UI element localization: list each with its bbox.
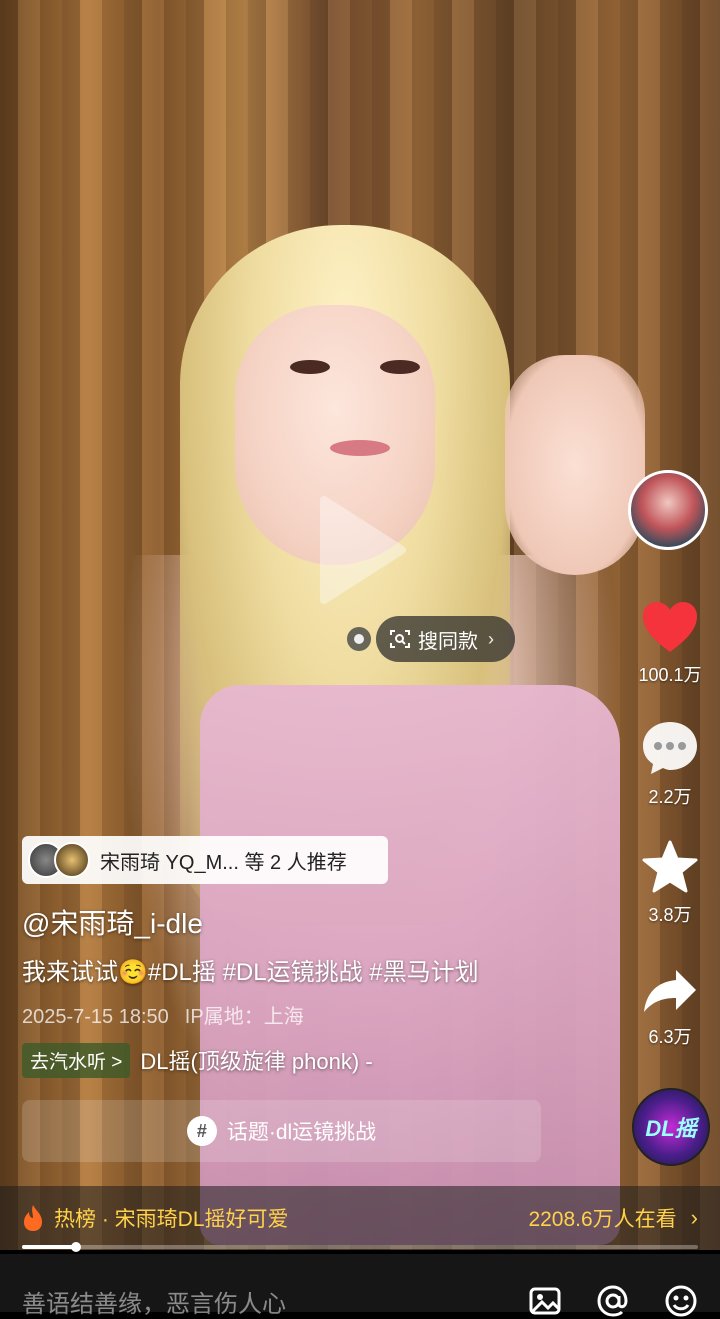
author-name[interactable]: @宋雨琦_i-dle	[22, 902, 203, 942]
hashtag-icon: #	[186, 1116, 217, 1146]
comment-button[interactable]: 2.2万	[630, 720, 710, 809]
chevron-right-icon: ›	[488, 628, 494, 649]
hot-list-bar[interactable]: 热榜 · 宋雨琦DL摇好可爱 2208.6万人在看 ›	[0, 1186, 720, 1250]
recommender-avatar	[54, 842, 90, 878]
comment-input[interactable]: 善语结善缘，恶言伤人心	[22, 1284, 286, 1319]
play-icon[interactable]	[314, 492, 410, 608]
scan-icon	[390, 630, 410, 648]
viewers-count: 2208.6万人在看	[528, 1208, 677, 1231]
progress-bar[interactable]	[22, 1242, 698, 1252]
video-caption[interactable]: 我来试试☺️#DL摇 #DL运镜挑战 #黑马计划	[22, 952, 479, 987]
fire-icon	[24, 1205, 42, 1231]
star-icon	[642, 840, 698, 893]
search-same-label: 搜同款	[418, 630, 478, 653]
music-disc-label: DL摇	[645, 1116, 697, 1141]
at-mention-icon[interactable]	[596, 1284, 630, 1318]
heart-icon	[643, 602, 697, 652]
creator-avatar[interactable]	[628, 470, 708, 550]
share-arrow-icon	[644, 970, 696, 1012]
publish-time: 2025-7-15 18:50	[22, 1006, 169, 1028]
comment-icon	[643, 722, 697, 774]
recommend-text: 宋雨琦 YQ_M... 等 2 人推荐	[100, 851, 347, 874]
favorite-button[interactable]: 3.8万	[630, 840, 710, 927]
share-button[interactable]: 6.3万	[630, 966, 710, 1049]
topic-label: 话题·dl运镜挑战	[226, 1121, 377, 1144]
like-button[interactable]: 100.1万	[630, 600, 710, 687]
video-person	[60, 225, 660, 1250]
progress-handle[interactable]	[71, 1242, 82, 1252]
video-meta: 2025-7-15 18:50 IP属地：上海	[22, 1000, 304, 1029]
progress-fill	[22, 1245, 77, 1249]
hot-list-text: 热榜 · 宋雨琦DL摇好可爱	[54, 1208, 289, 1231]
ip-location: IP属地：上海	[184, 1006, 304, 1028]
music-disc[interactable]: DL摇	[632, 1088, 710, 1166]
like-count: 100.1万	[638, 665, 702, 685]
search-same-button[interactable]: 搜同款 ›	[376, 616, 515, 662]
chevron-right-icon: ›	[690, 1205, 698, 1230]
image-icon[interactable]	[528, 1284, 562, 1318]
open-in-qishui-tag[interactable]: 去汽水听 >	[22, 1042, 131, 1078]
favorite-count: 3.8万	[648, 905, 692, 925]
product-dot[interactable]	[347, 627, 371, 651]
music-name[interactable]: DL摇(顶级旋律 phonk) -	[140, 1044, 372, 1076]
emoji-icon[interactable]	[664, 1284, 698, 1318]
music-row[interactable]: 去汽水听 > DL摇(顶级旋律 phonk) -	[22, 1042, 373, 1078]
share-count: 6.3万	[648, 1027, 692, 1047]
topic-button[interactable]: # 话题·dl运镜挑战	[22, 1100, 541, 1162]
recommend-banner[interactable]: 宋雨琦 YQ_M... 等 2 人推荐	[22, 836, 388, 884]
comment-bar: 善语结善缘，恶言伤人心	[0, 1254, 720, 1318]
comment-count: 2.2万	[648, 787, 692, 807]
